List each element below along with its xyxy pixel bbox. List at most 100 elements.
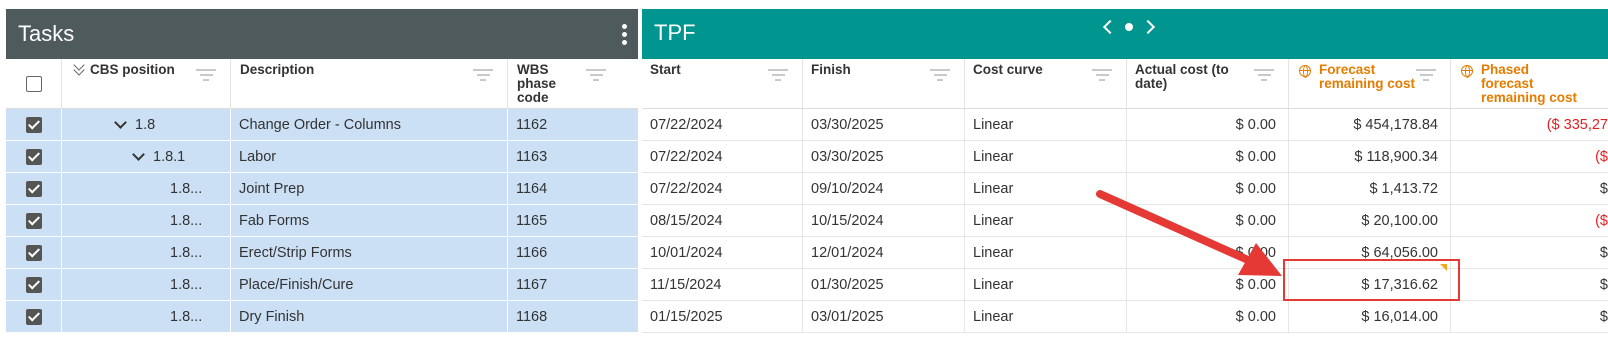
finish-date: 03/01/2025	[803, 301, 965, 332]
start-date: 07/22/2024	[642, 109, 803, 140]
finish-date: 03/30/2025	[803, 109, 965, 140]
wbs-phase-code: 1166	[516, 244, 548, 261]
forecast-remaining-header[interactable]: Forecast remaining cost	[1289, 59, 1451, 108]
tpf-panel: TPF Start Finish Cost curve Actual cost …	[642, 9, 1608, 339]
cost-curve-header[interactable]: Cost curve	[965, 59, 1127, 108]
filter-icon[interactable]	[1254, 69, 1274, 83]
tpf-title: TPF	[654, 20, 696, 45]
chevron-down-icon[interactable]	[132, 147, 145, 161]
description: Fab Forms	[231, 205, 508, 236]
finish-date: 12/01/2024	[803, 237, 965, 268]
cbs-position-header[interactable]: CBS position	[62, 59, 231, 108]
table-row[interactable]: 01/15/2025 03/01/2025 Linear $ 0.00 $ 16…	[642, 301, 1608, 333]
page-dot-icon[interactable]	[1125, 23, 1133, 31]
more-options-icon[interactable]	[620, 23, 628, 45]
table-row[interactable]: 11/15/2024 01/30/2025 Linear $ 0.00 $ 17…	[642, 269, 1608, 301]
table-row[interactable]: 1.8... Place/Finish/Cure 1167	[6, 269, 638, 301]
row-checkbox[interactable]	[25, 148, 42, 165]
wbs-phase-code: 1165	[516, 212, 548, 229]
table-row[interactable]: 08/15/2024 10/15/2024 Linear $ 0.00 $ 20…	[642, 205, 1608, 237]
finish-header[interactable]: Finish	[803, 59, 965, 108]
row-checkbox[interactable]	[25, 308, 42, 325]
cbs-position: 1.8...	[62, 237, 231, 268]
table-row[interactable]: 07/22/2024 03/30/2025 Linear $ 0.00 $ 11…	[642, 141, 1608, 173]
highlight-box	[1283, 259, 1460, 301]
description: Dry Finish	[231, 301, 508, 332]
filter-icon[interactable]	[930, 69, 950, 83]
actual-cost: $ 0.00	[1127, 301, 1289, 332]
row-checkbox[interactable]	[25, 116, 42, 133]
start-header[interactable]: Start	[642, 59, 803, 108]
chevron-down-icon[interactable]	[114, 115, 127, 129]
phased-forecast-cost: ($	[1595, 148, 1608, 165]
wbs-phase-code: 1162	[516, 116, 548, 133]
table-row[interactable]: 1.8... Joint Prep 1164	[6, 173, 638, 205]
actual-cost: $ 0.00	[1127, 109, 1289, 140]
phased-forecast-cost: $	[1599, 244, 1608, 261]
row-checkbox[interactable]	[25, 180, 42, 197]
select-all-cell	[6, 59, 62, 108]
table-row[interactable]: 07/22/2024 09/10/2024 Linear $ 0.00 $ 1,…	[642, 173, 1608, 205]
row-checkbox[interactable]	[25, 244, 42, 261]
start-date: 10/01/2024	[642, 237, 803, 268]
table-row[interactable]: 10/01/2024 12/01/2024 Linear $ 0.00 $ 64…	[642, 237, 1608, 269]
description-header[interactable]: Description	[231, 59, 508, 108]
globe-icon	[1299, 65, 1311, 78]
phased-forecast-cost: ($ 335,27	[1546, 116, 1608, 133]
tasks-panel: Tasks CBS position Description WBS phase…	[6, 9, 638, 339]
globe-icon	[1461, 65, 1473, 78]
actual-cost: $ 0.00	[1127, 173, 1289, 204]
actual-cost: $ 0.00	[1127, 141, 1289, 172]
actual-cost: $ 0.00	[1127, 269, 1289, 300]
phased-forecast-cost: ($	[1595, 212, 1608, 229]
forecast-remaining-cost[interactable]: $ 16,014.00	[1289, 301, 1451, 332]
forecast-remaining-cost[interactable]: $ 20,100.00	[1289, 205, 1451, 236]
description: Labor	[231, 141, 508, 172]
description: Place/Finish/Cure	[231, 269, 508, 300]
finish-date: 03/30/2025	[803, 141, 965, 172]
actual-cost: $ 0.00	[1127, 237, 1289, 268]
tasks-title: Tasks	[18, 21, 75, 46]
cost-curve: Linear	[965, 173, 1127, 204]
cost-curve: Linear	[965, 301, 1127, 332]
filter-icon[interactable]	[1092, 69, 1112, 83]
filter-icon[interactable]	[1416, 69, 1436, 83]
tasks-grid-header: CBS position Description WBS phase code	[6, 59, 638, 109]
table-row[interactable]: 1.8 Change Order - Columns 1162	[6, 109, 638, 141]
description: Change Order - Columns	[231, 109, 508, 140]
cost-curve: Linear	[965, 109, 1127, 140]
collapse-all-icon[interactable]	[72, 59, 86, 76]
phased-forecast-cost: $	[1599, 276, 1608, 293]
filter-icon[interactable]	[473, 69, 493, 83]
pager	[1102, 19, 1156, 35]
wbs-phase-code: 1164	[516, 180, 548, 197]
start-date: 07/22/2024	[642, 173, 803, 204]
description: Erect/Strip Forms	[231, 237, 508, 268]
cbs-position: 1.8...	[62, 205, 231, 236]
select-all-checkbox[interactable]	[25, 75, 42, 92]
chevron-right-icon[interactable]	[1140, 19, 1156, 35]
forecast-remaining-cost[interactable]: $ 118,900.34	[1289, 141, 1451, 172]
table-row[interactable]: 1.8... Dry Finish 1168	[6, 301, 638, 333]
filter-icon[interactable]	[768, 69, 788, 83]
table-row[interactable]: 1.8.1 Labor 1163	[6, 141, 638, 173]
table-row[interactable]: 07/22/2024 03/30/2025 Linear $ 0.00 $ 45…	[642, 109, 1608, 141]
row-checkbox[interactable]	[25, 276, 42, 293]
wbs-phase-code-header[interactable]: WBS phase code	[508, 59, 620, 108]
phased-forecast-header[interactable]: Phased forecast remaining cost	[1451, 59, 1608, 108]
description: Joint Prep	[231, 173, 508, 204]
table-row[interactable]: 1.8... Erect/Strip Forms 1166	[6, 237, 638, 269]
start-date: 01/15/2025	[642, 301, 803, 332]
row-checkbox[interactable]	[25, 212, 42, 229]
actual-cost-header[interactable]: Actual cost (to date)	[1127, 59, 1289, 108]
forecast-remaining-cost[interactable]: $ 1,413.72	[1289, 173, 1451, 204]
finish-date: 01/30/2025	[803, 269, 965, 300]
finish-date: 10/15/2024	[803, 205, 965, 236]
cost-curve: Linear	[965, 269, 1127, 300]
table-row[interactable]: 1.8... Fab Forms 1165	[6, 205, 638, 237]
wbs-phase-code: 1163	[516, 148, 548, 165]
chevron-left-icon[interactable]	[1102, 19, 1118, 35]
filter-icon[interactable]	[586, 69, 606, 83]
forecast-remaining-cost[interactable]: $ 454,178.84	[1289, 109, 1451, 140]
filter-icon[interactable]	[196, 69, 216, 83]
